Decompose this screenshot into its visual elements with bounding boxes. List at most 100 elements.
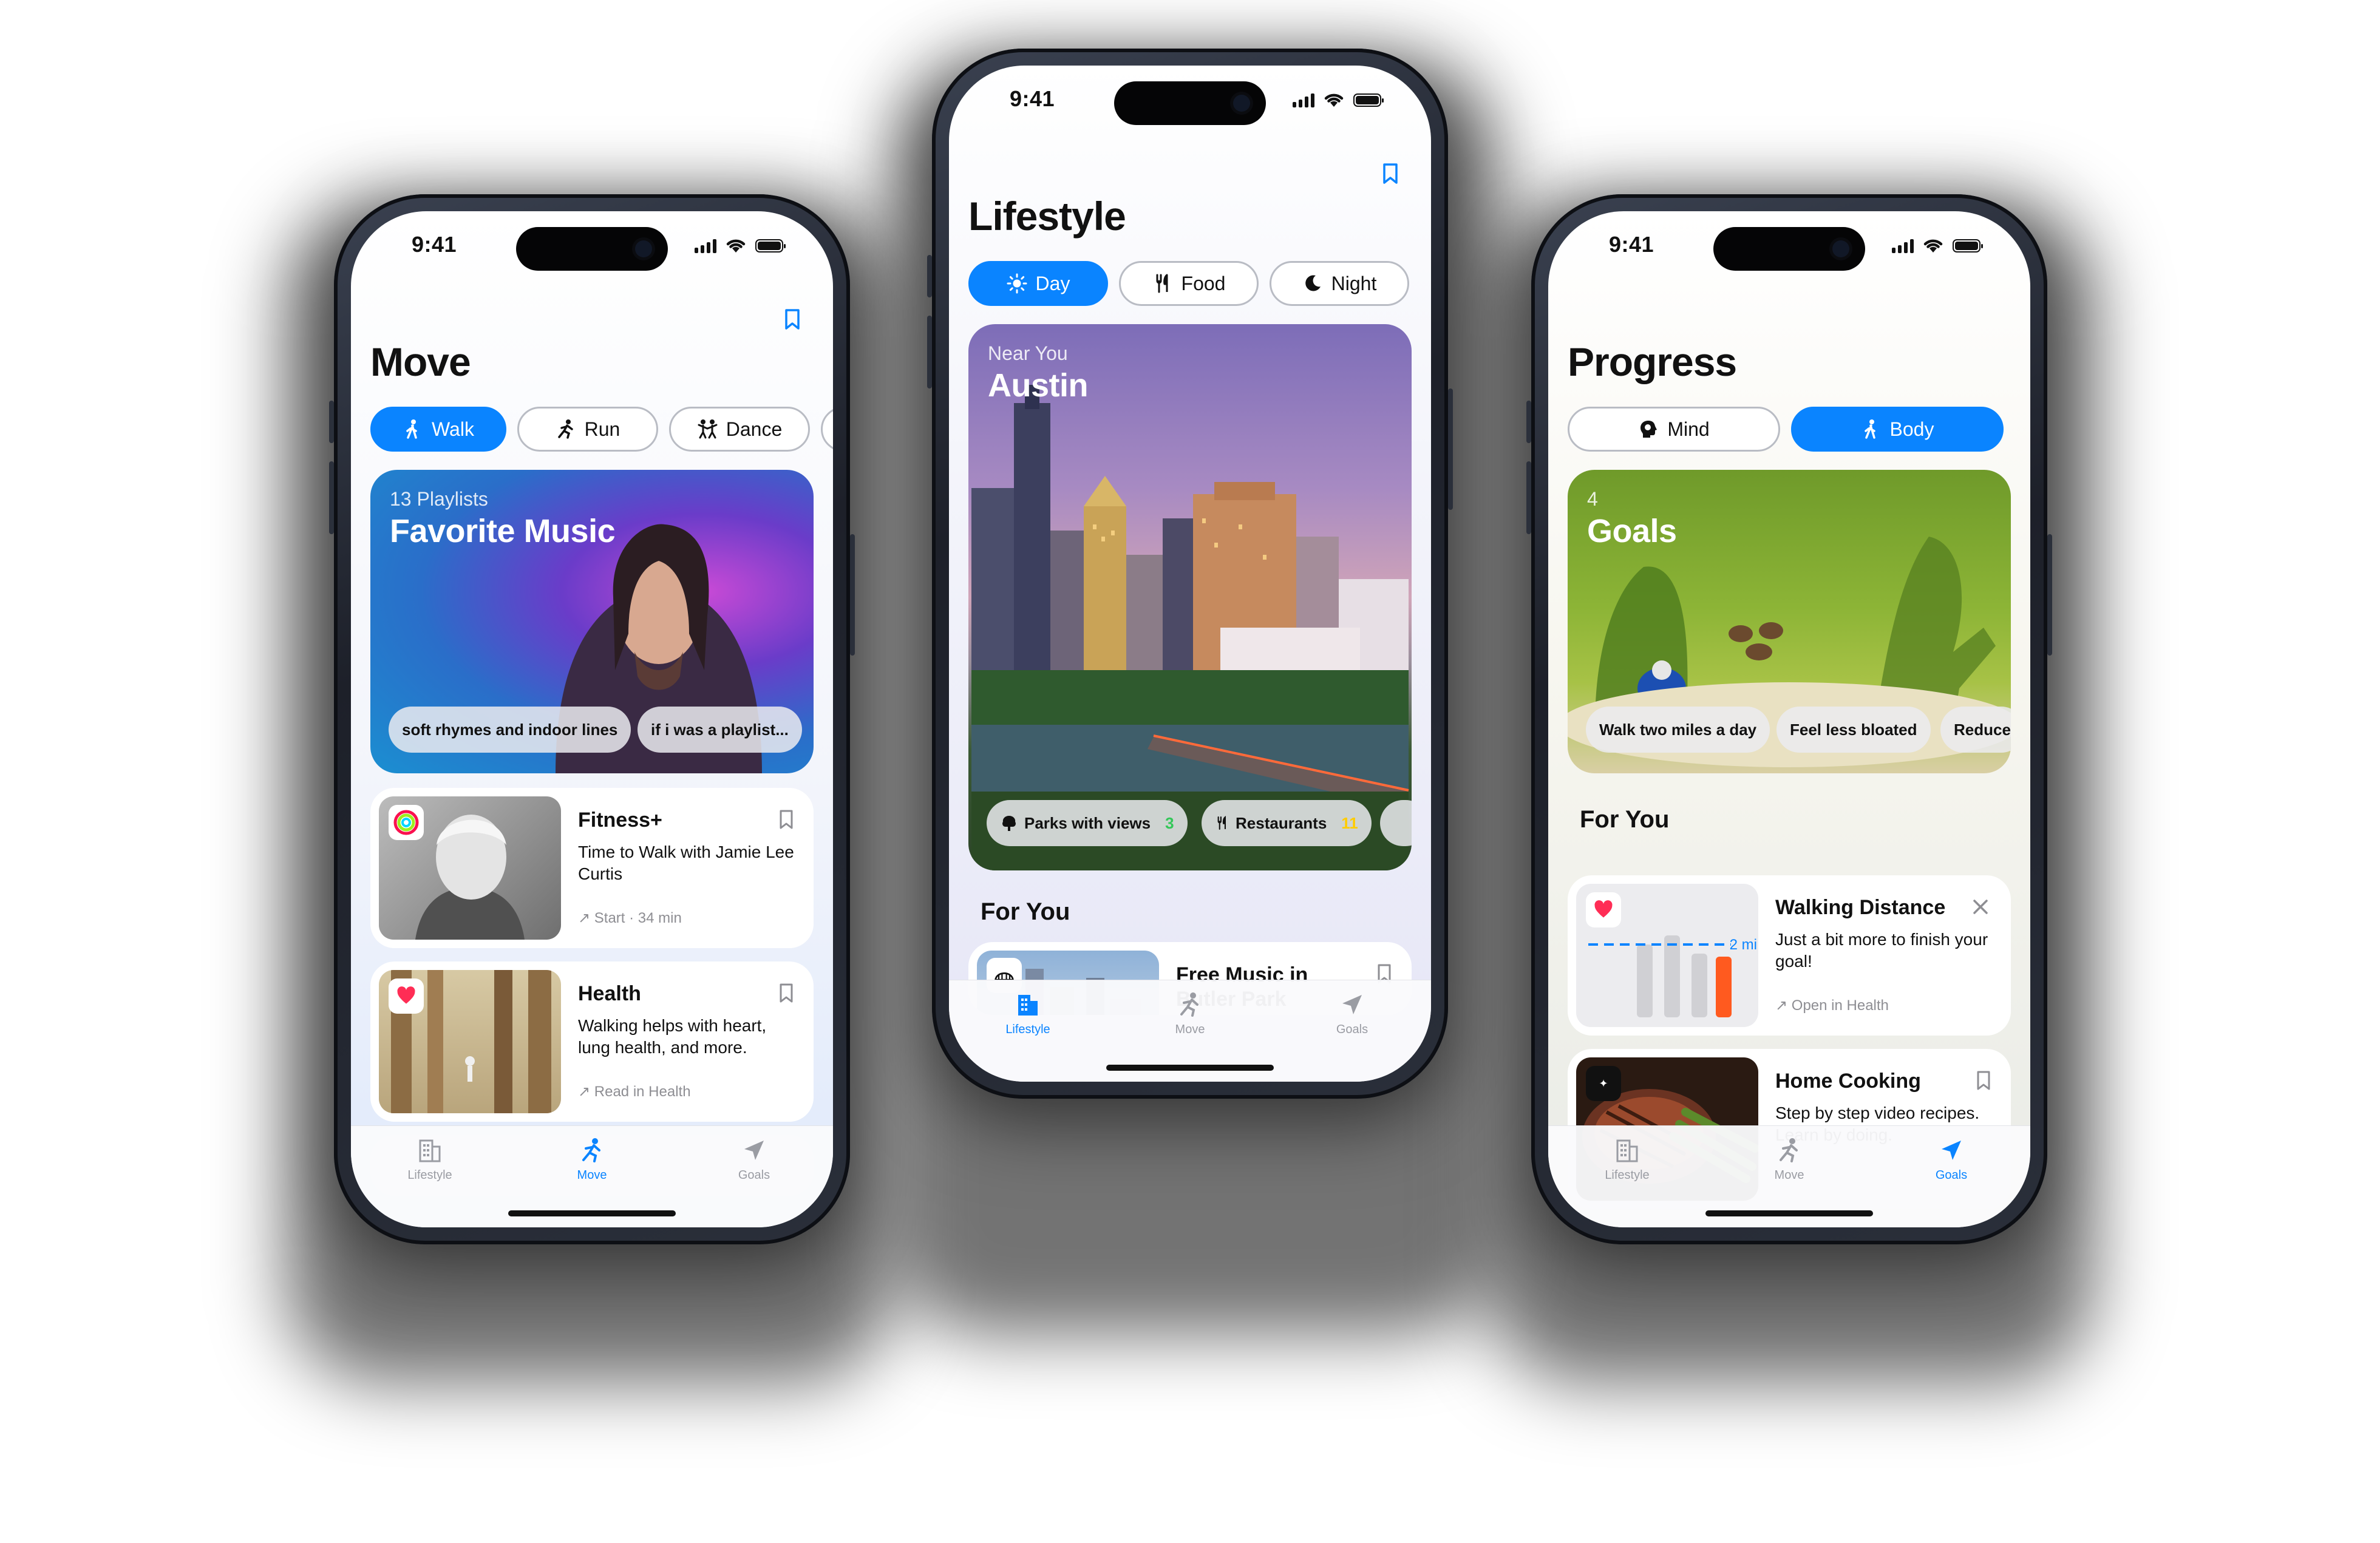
walk-icon bbox=[1864, 419, 1875, 439]
home-indicator[interactable] bbox=[1106, 1065, 1274, 1071]
volume-up-button bbox=[329, 461, 334, 534]
walking-distance-card[interactable]: 2 mi Walking Distance Just a bit more to… bbox=[1568, 875, 2011, 1036]
sun-icon bbox=[1007, 273, 1027, 294]
goal-chip[interactable]: Walk two miles a day bbox=[1586, 707, 1770, 753]
tab-bar: Lifestyle Move Goals bbox=[1548, 1125, 2030, 1227]
move-screen: 9:41 Move Walk Run Dance 13 Playlists Fa… bbox=[351, 211, 833, 1227]
heart-icon bbox=[389, 978, 424, 1014]
pill-more[interactable] bbox=[821, 407, 833, 452]
tab-label: Goals bbox=[1336, 1023, 1368, 1036]
tab-label: Lifestyle bbox=[1005, 1023, 1050, 1036]
playlist-count: 13 Playlists bbox=[390, 488, 488, 510]
tab-goals[interactable]: Goals bbox=[699, 1137, 809, 1182]
chip-label: Restaurants bbox=[1236, 813, 1327, 832]
chip-label: Feel less bloated bbox=[1790, 720, 1917, 739]
power-button bbox=[1448, 388, 1453, 510]
tab-move[interactable]: Move bbox=[1735, 1137, 1844, 1182]
tab-goals[interactable]: Goals bbox=[1297, 991, 1407, 1037]
tab-label: Lifestyle bbox=[407, 1168, 452, 1182]
chip-label: if i was a playlist... bbox=[651, 720, 789, 739]
pill-day[interactable]: Day bbox=[968, 261, 1108, 306]
goal-chip[interactable]: Reduce bbox=[1940, 707, 2011, 753]
run-icon bbox=[557, 419, 573, 439]
card-meta: ↗ Start · 34 min bbox=[578, 910, 682, 926]
pill-label: Night bbox=[1331, 272, 1377, 294]
battery-icon bbox=[1953, 239, 1983, 253]
page-title: Lifestyle bbox=[968, 194, 1126, 239]
moon-icon bbox=[1305, 275, 1321, 291]
bookmark-icon[interactable] bbox=[780, 983, 793, 1003]
chip-label: Walk two miles a day bbox=[1599, 720, 1757, 739]
cellular-signal-icon bbox=[1293, 93, 1314, 107]
chip-label: Parks with views bbox=[1024, 813, 1151, 832]
action-button bbox=[927, 255, 932, 297]
tab-goals[interactable]: Goals bbox=[1897, 1137, 2006, 1182]
austin-skyline-photo bbox=[971, 385, 1409, 870]
action-button bbox=[1526, 401, 1531, 443]
tab-lifestyle[interactable]: Lifestyle bbox=[973, 991, 1083, 1037]
category-chip[interactable]: Restaurants 11 bbox=[1202, 800, 1372, 846]
tab-label: Move bbox=[1175, 1023, 1205, 1036]
tab-move[interactable]: Move bbox=[1135, 991, 1245, 1037]
wifi-icon bbox=[726, 239, 746, 253]
pill-mind[interactable]: Mind bbox=[1568, 407, 1780, 452]
bookmark-icon[interactable] bbox=[784, 308, 800, 330]
fitness-plus-card[interactable]: Fitness+ Time to Walk with Jamie Lee Cur… bbox=[370, 788, 814, 948]
heart-icon bbox=[1586, 892, 1621, 927]
bookmark-icon[interactable] bbox=[780, 810, 793, 829]
playlist-chip[interactable]: if i was a playlist... bbox=[638, 707, 802, 753]
pill-dance[interactable]: Dance bbox=[669, 407, 810, 452]
tab-move[interactable]: Move bbox=[537, 1137, 647, 1182]
pill-label: Body bbox=[1889, 418, 1934, 440]
card-meta: ↗ Open in Health bbox=[1775, 997, 1889, 1014]
status-bar: 9:41 bbox=[1548, 232, 2030, 268]
favorite-music-card[interactable]: 13 Playlists Favorite Music soft rhymes … bbox=[370, 470, 814, 773]
hero-title: Austin bbox=[988, 367, 1089, 404]
arrow-up-right-icon: ↗ bbox=[578, 910, 594, 926]
near-you-label: Near You bbox=[988, 342, 1068, 364]
home-indicator[interactable] bbox=[1705, 1210, 1873, 1216]
tree-icon bbox=[1002, 816, 1016, 831]
austin-card[interactable]: Near You Austin Parks with views 3 Resta… bbox=[968, 324, 1412, 870]
pill-walk[interactable]: Walk bbox=[370, 407, 506, 452]
tab-label: Move bbox=[577, 1168, 607, 1182]
tab-bar: Lifestyle Move Goals bbox=[351, 1125, 833, 1227]
bookmark-icon[interactable] bbox=[1382, 163, 1398, 185]
tab-label: Goals bbox=[1935, 1168, 1968, 1182]
pill-body[interactable]: Body bbox=[1791, 407, 2004, 452]
pill-night[interactable]: Night bbox=[1270, 261, 1409, 306]
pill-label: Run bbox=[584, 418, 620, 440]
run-icon bbox=[582, 1138, 600, 1162]
time-filter-pills: Day Food Night bbox=[968, 261, 1409, 306]
fork-knife-icon bbox=[1156, 274, 1168, 293]
activity-filter-pills: Walk Run Dance bbox=[370, 407, 833, 452]
home-indicator[interactable] bbox=[508, 1210, 676, 1216]
bookmark-icon[interactable] bbox=[1977, 1071, 1990, 1090]
for-you-heading: For You bbox=[1580, 806, 1670, 833]
pill-label: Mind bbox=[1667, 418, 1710, 440]
close-icon[interactable] bbox=[1971, 897, 1990, 917]
status-time: 9:41 bbox=[1010, 86, 1055, 111]
category-chip[interactable]: Parks with views 3 bbox=[987, 800, 1188, 846]
tab-lifestyle[interactable]: Lifestyle bbox=[375, 1137, 484, 1182]
brain-head-icon bbox=[1640, 421, 1657, 438]
goals-card[interactable]: 4 Goals Walk two miles a day Feel less b… bbox=[1568, 470, 2011, 773]
battery-icon bbox=[755, 239, 786, 253]
tab-lifestyle[interactable]: Lifestyle bbox=[1572, 1137, 1682, 1182]
chip-count: 3 bbox=[1165, 813, 1174, 832]
chip-label: soft rhymes and indoor lines bbox=[402, 720, 618, 739]
pill-food[interactable]: Food bbox=[1119, 261, 1259, 306]
card-meta: ↗ Read in Health bbox=[578, 1083, 691, 1100]
location-arrow-icon bbox=[1942, 1141, 1961, 1160]
playlist-chip[interactable]: soft rhymes and indoor lines bbox=[389, 707, 631, 753]
wifi-icon bbox=[1923, 239, 1943, 253]
goal-count: 4 bbox=[1587, 488, 1598, 510]
pill-label: Walk bbox=[432, 418, 474, 440]
page-title: Progress bbox=[1568, 339, 1737, 384]
lifestyle-screen: 9:41 Lifestyle Day Food Night Near You A… bbox=[949, 66, 1431, 1082]
pill-run[interactable]: Run bbox=[517, 407, 658, 452]
battery-icon bbox=[1353, 93, 1384, 107]
fork-knife-icon bbox=[1217, 816, 1226, 830]
goal-chip[interactable]: Feel less bloated bbox=[1776, 707, 1931, 753]
health-card[interactable]: Health Walking helps with heart, lung he… bbox=[370, 961, 814, 1122]
